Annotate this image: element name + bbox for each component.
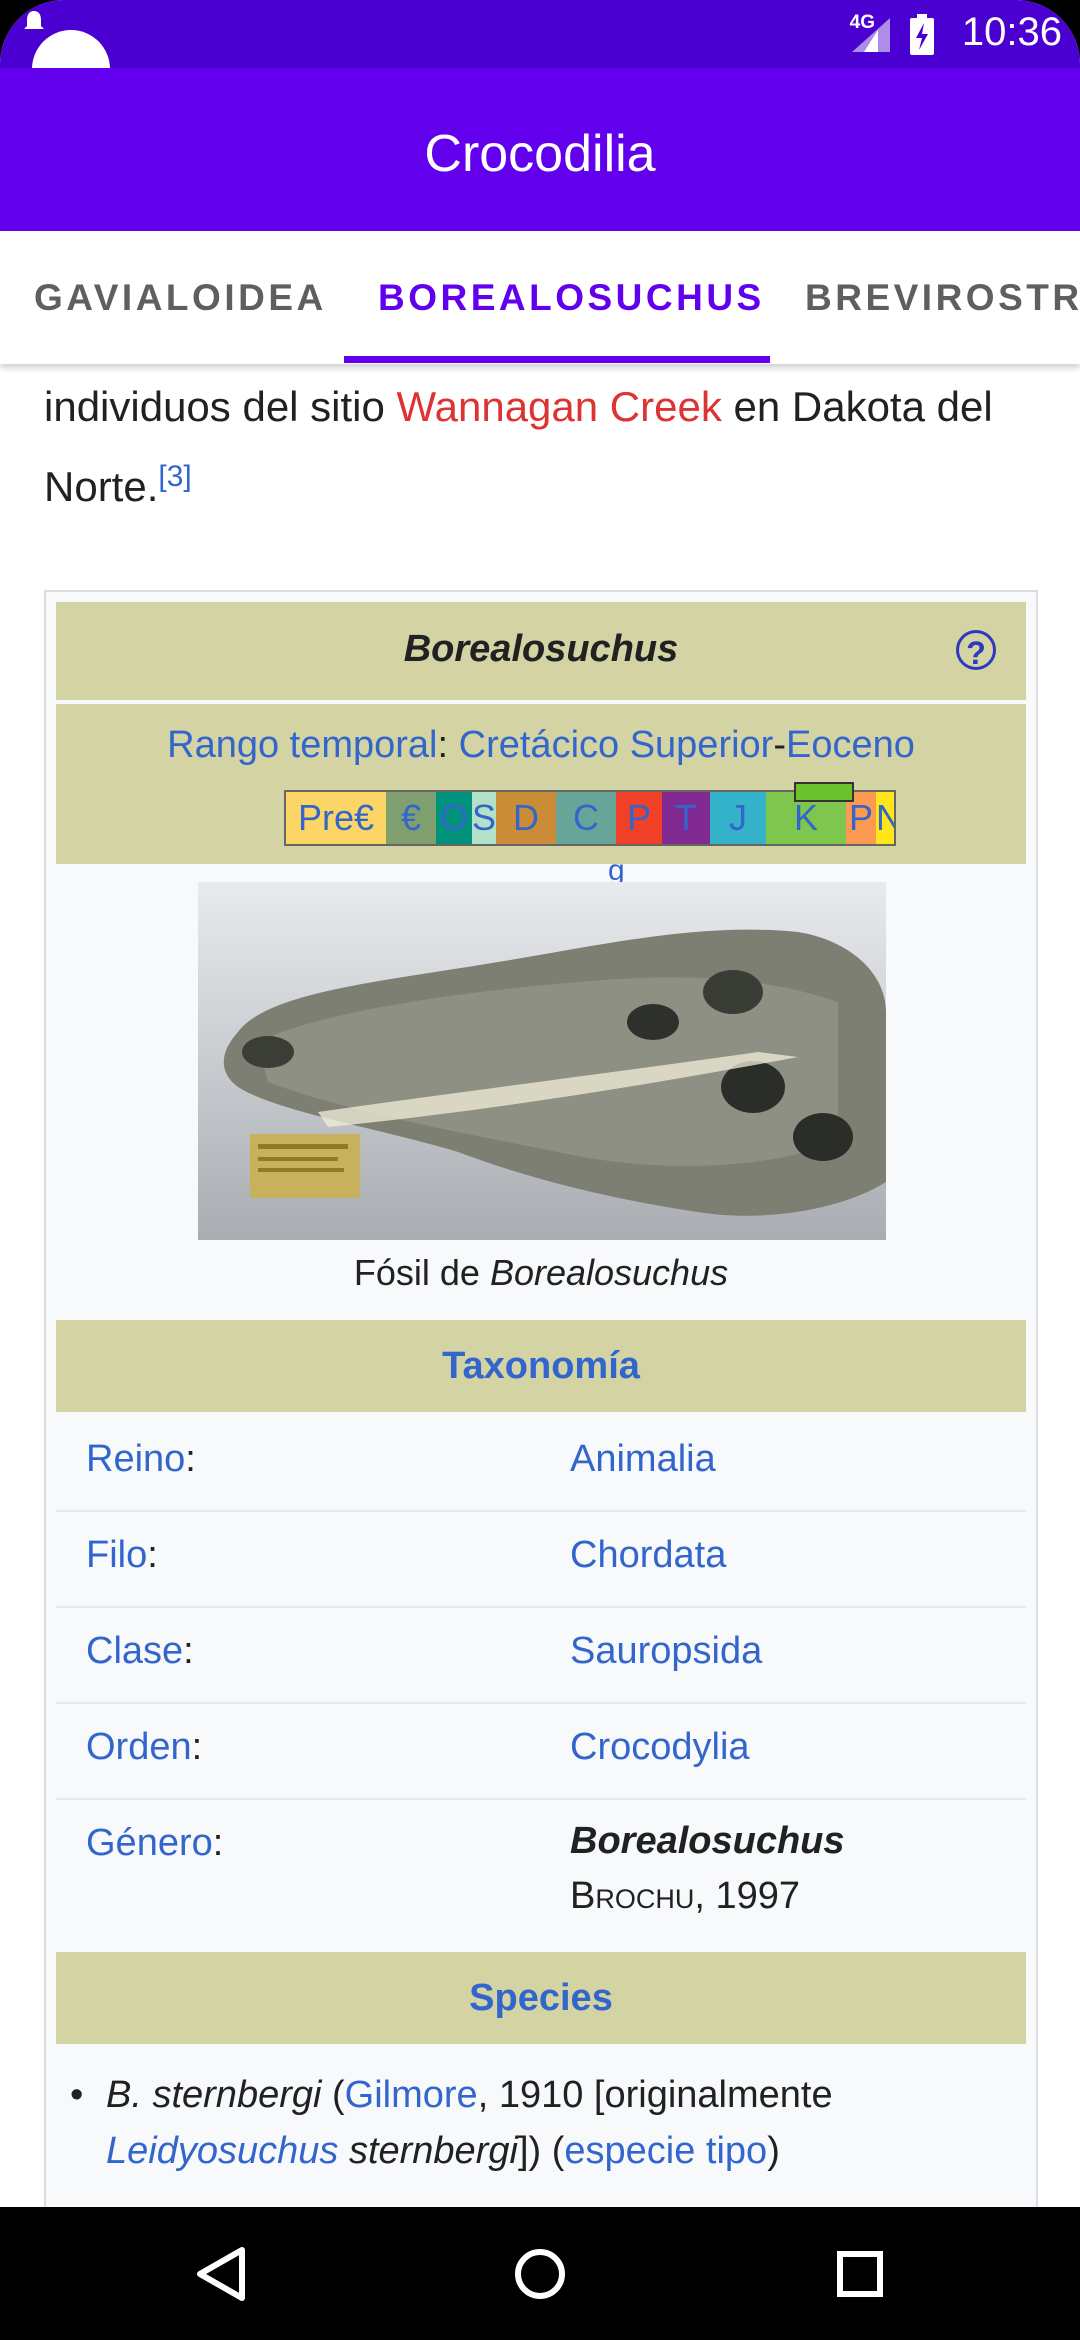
period-devonian[interactable]: D xyxy=(496,792,556,844)
infobox: Borealosuchus ? Rango temporal: Cretácic… xyxy=(44,590,1038,2207)
gilmore-link[interactable]: Gilmore xyxy=(345,2074,478,2116)
temporal-range-text: Rango temporal: Cretácico Superior-Eocen… xyxy=(56,724,1026,767)
tab-borealosuchus[interactable]: BOREALOSUCHUS xyxy=(378,277,765,319)
bullet: • xyxy=(70,2074,84,2116)
infobox-title: Borealosuchus xyxy=(403,628,679,670)
genus-year: , 1997 xyxy=(694,1875,800,1917)
period-precambrian[interactable]: Pre€ xyxy=(286,792,386,844)
species-header[interactable]: Species xyxy=(56,1952,1026,2044)
species-text-3: ]) ( xyxy=(517,2130,565,2172)
screen: 4G 10:36 Crocodilia GAVIALOIDEA BOREALOS… xyxy=(0,0,1080,2340)
species-text: ( xyxy=(321,2074,345,2116)
period-neogene[interactable]: N xyxy=(876,792,894,844)
recents-icon xyxy=(837,2251,883,2297)
filo-link[interactable]: Filo xyxy=(86,1534,147,1576)
fossil-image[interactable] xyxy=(198,882,886,1240)
taxonomy-key: Género: xyxy=(86,1822,224,1864)
period-triassic[interactable]: T xyxy=(662,792,710,844)
tab-gavialoidea[interactable]: GAVIALOIDEA xyxy=(34,277,327,319)
orden-link[interactable]: Orden xyxy=(86,1726,192,1768)
caption-genus: Borealosuchus xyxy=(489,1252,729,1293)
caption-text: Fósil de xyxy=(353,1252,490,1293)
article-paragraph: individuos del sitio Wannagan Creek en D… xyxy=(44,372,1044,522)
period-cambrian[interactable]: € xyxy=(386,792,436,844)
taxonomy-header[interactable]: Taxonomía xyxy=(56,1320,1026,1412)
range-marker xyxy=(794,782,854,802)
leidyosuchus-link[interactable]: Leidyosuchus xyxy=(106,2130,338,2172)
fossil-skull-graphic xyxy=(198,882,886,1240)
taxonomy-key: Reino: xyxy=(86,1438,196,1480)
home-icon xyxy=(515,2249,565,2299)
clase-link[interactable]: Clase xyxy=(86,1630,183,1672)
range-dash: - xyxy=(773,724,786,766)
period-silurian[interactable]: S xyxy=(472,792,496,844)
species-text-4: ) xyxy=(767,2130,780,2172)
tab-bar: GAVIALOIDEA BOREALOSUCHUS BREVIROSTRES xyxy=(0,231,1080,364)
period-ordovician[interactable]: O xyxy=(436,792,472,844)
animalia-link[interactable]: Animalia xyxy=(570,1438,716,1481)
genus-value: Borealosuchus Brochu, 1997 xyxy=(570,1814,845,1924)
help-icon[interactable]: ? xyxy=(956,630,996,671)
tab-indicator xyxy=(344,356,770,363)
home-button[interactable] xyxy=(450,2207,630,2340)
app-title: Crocodilia xyxy=(424,125,656,183)
back-icon xyxy=(197,2247,245,2301)
recents-button[interactable] xyxy=(770,2207,950,2340)
back-button[interactable] xyxy=(130,2207,310,2340)
range-start-link[interactable]: Cretácico Superior xyxy=(459,724,774,766)
wannagan-creek-link[interactable]: Wannagan Creek xyxy=(397,383,722,430)
image-caption: Fósil de Borealosuchus xyxy=(46,1252,1036,1294)
geologic-timeline: Pre€ € O S D C P T J K P N xyxy=(284,782,896,846)
tab-brevirostres[interactable]: BREVIROSTRES xyxy=(805,277,1080,319)
genus-name: Borealosuchus xyxy=(570,1820,845,1862)
taxonomy-row-filo: Filo: Chordata xyxy=(56,1510,1026,1608)
clock: 10:36 xyxy=(961,10,1062,54)
genus-author: Brochu xyxy=(570,1875,695,1917)
infobox-title-bar: Borealosuchus ? xyxy=(56,602,1026,700)
taxonomy-key: Orden: xyxy=(86,1726,203,1768)
taxonomy-row-genero: Género: Borealosuchus Brochu, 1997 xyxy=(56,1798,1026,1948)
crocodylia-link[interactable]: Crocodylia xyxy=(570,1726,750,1769)
taxonomy-row-reino: Reino: Animalia xyxy=(56,1414,1026,1512)
taxonomy-key: Clase: xyxy=(86,1630,194,1672)
range-colon: : xyxy=(437,724,459,766)
sauropsida-link[interactable]: Sauropsida xyxy=(570,1630,762,1673)
species-name: B. sternbergi xyxy=(106,2074,322,2116)
article-content[interactable]: individuos del sitio Wannagan Creek en D… xyxy=(0,364,1080,2207)
species-epithet: sternbergi xyxy=(338,2130,518,2172)
signal-icon xyxy=(852,18,890,52)
taxonomy-row-orden: Orden: Crocodylia xyxy=(56,1702,1026,1800)
reino-link[interactable]: Reino xyxy=(86,1438,185,1480)
genero-link[interactable]: Género xyxy=(86,1822,213,1864)
period-permian[interactable]: P xyxy=(616,792,662,844)
range-label-link[interactable]: Rango temporal xyxy=(167,724,437,766)
navigation-bar xyxy=(0,2207,1080,2340)
period-carboniferous[interactable]: C xyxy=(556,792,616,844)
range-end-link[interactable]: Eoceno xyxy=(786,724,915,766)
notification-icon xyxy=(24,11,44,29)
period-jurassic[interactable]: J xyxy=(710,792,766,844)
type-species-link[interactable]: especie tipo xyxy=(564,2130,767,2172)
status-bar: 4G 10:36 xyxy=(0,0,1080,108)
taxonomy-key: Filo: xyxy=(86,1534,158,1576)
species-text-2: , 1910 [originalmente xyxy=(477,2074,833,2116)
app-bar: Crocodilia xyxy=(0,68,1080,231)
reference-link[interactable]: [3] xyxy=(158,460,191,493)
paragraph-text: individuos del sitio xyxy=(44,383,397,430)
species-list-item: • B. sternbergi (Gilmore, 1910 [original… xyxy=(70,2067,1006,2179)
chordata-link[interactable]: Chordata xyxy=(570,1534,726,1577)
temporal-range: Rango temporal: Cretácico Superior-Eocen… xyxy=(56,704,1026,887)
taxonomy-row-clase: Clase: Sauropsida xyxy=(56,1606,1026,1704)
battery-charging-icon xyxy=(910,14,934,55)
